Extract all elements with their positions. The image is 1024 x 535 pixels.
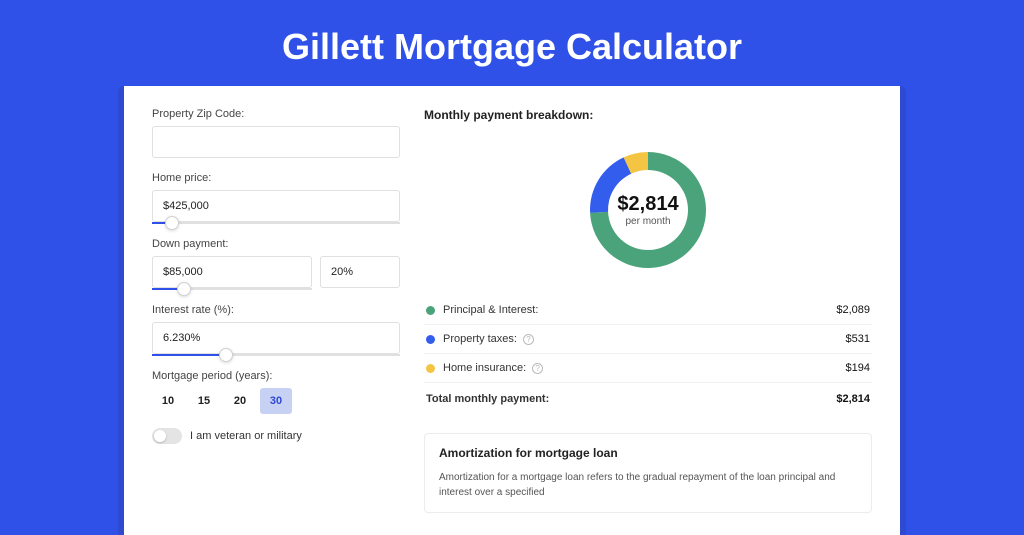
mortgage-period-option-15[interactable]: 15 [188,388,220,414]
inputs-column: Property Zip Code: Home price: Down paym… [152,108,400,513]
info-icon[interactable]: ? [532,363,543,374]
legend-row: Home insurance:? $194 [424,354,872,383]
legend-row: Property taxes:? $531 [424,325,872,354]
legend-label: Principal & Interest: [443,304,538,316]
down-payment-input[interactable] [152,256,312,288]
donut-center-amount: $2,814 [617,193,679,215]
veteran-toggle-row: I am veteran or military [152,428,400,444]
breakdown-total-value: $2,814 [836,393,870,405]
card-outer-band: Property Zip Code: Home price: Down paym… [118,86,906,535]
interest-rate-slider-thumb[interactable] [219,348,233,362]
zip-label: Property Zip Code: [152,108,400,120]
veteran-toggle-label: I am veteran or military [190,430,302,442]
interest-rate-slider[interactable] [152,354,400,356]
donut-svg: $2,814 per month [578,140,718,280]
zip-input[interactable] [152,126,400,158]
legend-value: $2,089 [836,304,870,316]
down-payment-pct-input[interactable] [320,256,400,288]
legend-value: $531 [846,333,870,345]
mortgage-period-option-30[interactable]: 30 [260,388,292,414]
amortization-box: Amortization for mortgage loan Amortizat… [424,433,872,513]
info-icon[interactable]: ? [523,334,534,345]
down-payment-slider-thumb[interactable] [177,282,191,296]
mortgage-period-option-20[interactable]: 20 [224,388,256,414]
home-price-input[interactable] [152,190,400,222]
legend-value: $194 [846,362,870,374]
home-price-field: Home price: [152,172,400,224]
down-payment-field: Down payment: [152,238,400,290]
page-title: Gillett Mortgage Calculator [0,0,1024,86]
legend-label: Home insurance: [443,362,526,374]
breakdown-column: Monthly payment breakdown: $2,814 per mo… [424,108,872,513]
calculator-card: Property Zip Code: Home price: Down paym… [124,86,900,535]
legend-dot-icon [426,335,435,344]
legend-label: Property taxes: [443,333,517,345]
mortgage-period-option-10[interactable]: 10 [152,388,184,414]
legend-dot-icon [426,364,435,373]
breakdown-total-label: Total monthly payment: [426,393,549,405]
breakdown-total-row: Total monthly payment: $2,814 [424,383,872,415]
mortgage-period-field: Mortgage period (years): 10152030 [152,370,400,414]
breakdown-title: Monthly payment breakdown: [424,108,872,122]
amortization-title: Amortization for mortgage loan [439,446,857,460]
interest-rate-label: Interest rate (%): [152,304,400,316]
home-price-slider[interactable] [152,222,400,224]
home-price-slider-thumb[interactable] [165,216,179,230]
zip-field: Property Zip Code: [152,108,400,158]
legend-dot-icon [426,306,435,315]
interest-rate-input[interactable] [152,322,400,354]
interest-rate-field: Interest rate (%): [152,304,400,356]
mortgage-period-buttons: 10152030 [152,388,400,414]
home-price-label: Home price: [152,172,400,184]
breakdown-legend: Principal & Interest: $2,089 Property taxe… [424,296,872,383]
amortization-text: Amortization for a mortgage loan refers … [439,470,857,500]
down-payment-label: Down payment: [152,238,400,250]
donut-center-sub: per month [625,216,670,227]
veteran-toggle-knob [154,430,166,442]
mortgage-period-label: Mortgage period (years): [152,370,400,382]
down-payment-slider[interactable] [152,288,312,290]
donut-chart: $2,814 per month [424,130,872,296]
veteran-toggle[interactable] [152,428,182,444]
legend-row: Principal & Interest: $2,089 [424,296,872,325]
